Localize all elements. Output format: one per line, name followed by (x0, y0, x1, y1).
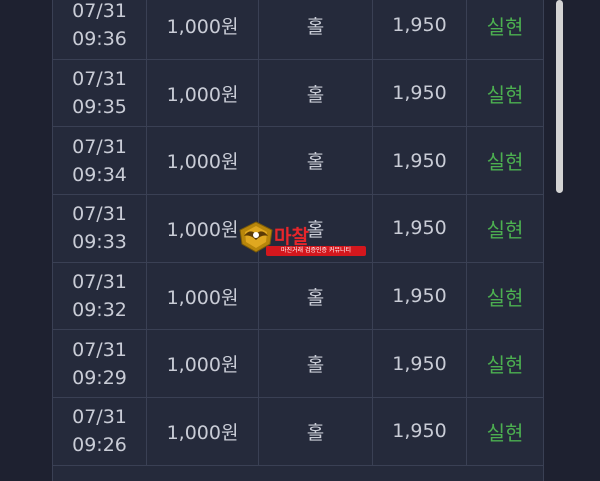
bet-date: 07/31 (72, 271, 127, 294)
bet-time: 09:35 (72, 96, 127, 119)
bet-pick: 홀 (259, 330, 373, 398)
bet-history-screen: 07/31 09:36 1,000원 홀 1,950 실현 07/31 09:3… (0, 0, 600, 481)
bet-time: 09:33 (72, 231, 127, 254)
table-row[interactable]: 07/31 09:35 1,000원 홀 1,950 실현 (53, 59, 543, 128)
bet-result: 실현 (486, 285, 524, 310)
bet-time-cell: 07/31 09:33 (53, 195, 147, 262)
bet-time-cell: 07/31 09:34 (53, 127, 147, 195)
bet-pick: 홀 (259, 195, 373, 262)
bet-odds: 1,950 (373, 127, 467, 195)
bet-odds: 1,950 (373, 59, 467, 127)
table-row[interactable]: 07/31 09:29 1,000원 홀 1,950 실현 (53, 330, 543, 399)
bet-time-cell: 07/31 09:36 (53, 0, 147, 59)
bet-date: 07/31 (72, 338, 127, 361)
bet-date: 07/31 (72, 203, 127, 226)
bet-date: 07/31 (72, 406, 127, 429)
bet-odds: 1,950 (373, 330, 467, 398)
bet-time-cell: 07/31 09:29 (53, 330, 147, 398)
bet-pick: 홀 (259, 127, 373, 195)
table-row[interactable]: 07/31 09:33 1,000원 홀 1,950 실현 (53, 195, 543, 263)
bet-result: 실현 (486, 82, 524, 107)
bet-date: 07/31 (72, 135, 127, 158)
bet-odds: 1,950 (373, 262, 467, 330)
bet-time: 09:32 (72, 299, 127, 322)
bet-pick: 홀 (259, 0, 373, 59)
bet-amount: 1,000원 (147, 127, 259, 195)
table-row[interactable]: 07/31 09:32 1,000원 홀 1,950 실현 (53, 262, 543, 331)
bet-time: 09:36 (72, 28, 127, 51)
bet-time-cell: 07/31 09:26 (53, 398, 147, 465)
bet-amount: 1,000원 (147, 195, 259, 262)
bet-amount: 1,000원 (147, 398, 259, 465)
bet-odds: 1,950 (373, 195, 467, 262)
bet-amount: 1,000원 (147, 0, 259, 59)
table-row[interactable]: 07/31 09:34 1,000원 홀 1,950 실현 (53, 127, 543, 196)
bet-amount: 1,000원 (147, 262, 259, 330)
bet-time: 09:34 (72, 163, 127, 186)
bet-result: 실현 (486, 353, 524, 378)
bet-odds: 1,950 (373, 398, 467, 465)
bet-pick: 홀 (259, 398, 373, 465)
bet-result: 실현 (486, 420, 524, 445)
bet-amount: 1,000원 (147, 59, 259, 127)
bet-time-cell: 07/31 09:35 (53, 59, 147, 127)
bet-result: 실현 (486, 150, 524, 175)
bet-history-table: 07/31 09:36 1,000원 홀 1,950 실현 07/31 09:3… (52, 0, 544, 481)
bet-date: 07/31 (72, 0, 127, 23)
bet-result: 실현 (486, 14, 524, 39)
bet-date: 07/31 (72, 68, 127, 91)
bet-result: 실현 (486, 217, 524, 242)
bet-pick: 홀 (259, 262, 373, 330)
bet-time: 09:29 (72, 366, 127, 389)
bet-time-cell: 07/31 09:32 (53, 262, 147, 330)
bet-pick: 홀 (259, 59, 373, 127)
bet-odds: 1,950 (373, 0, 467, 59)
right-margin (566, 0, 600, 481)
table-row[interactable]: 07/31 09:36 1,000원 홀 1,950 실현 (53, 0, 543, 60)
bet-time: 09:26 (72, 434, 127, 457)
table-row[interactable]: 07/31 09:26 1,000원 홀 1,950 실현 (53, 398, 543, 466)
scrollbar-thumb[interactable] (556, 0, 563, 193)
bet-amount: 1,000원 (147, 330, 259, 398)
